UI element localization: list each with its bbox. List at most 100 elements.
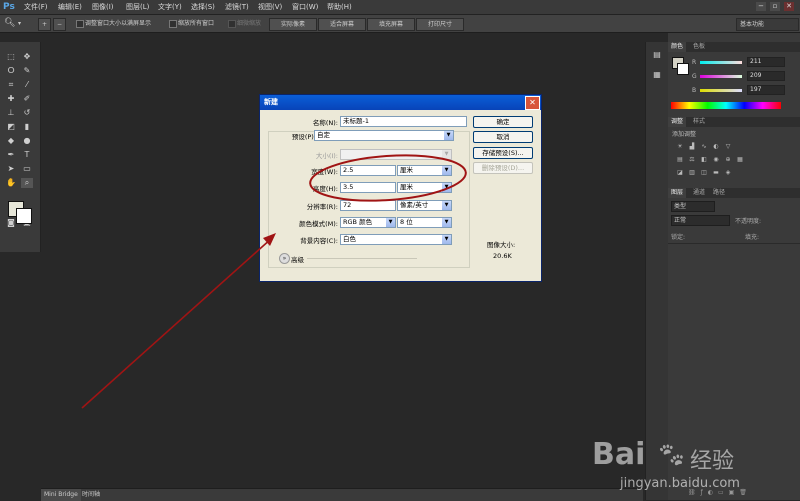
scrubby-zoom-checkbox[interactable] — [228, 20, 236, 28]
dialog-close-icon[interactable]: ✕ — [525, 96, 540, 110]
zoom-tool-panel-icon[interactable]: ⌕ — [21, 178, 33, 188]
resolution-unit-select[interactable]: 像素/英寸 ▼ — [397, 200, 452, 211]
actual-pixels-button[interactable]: 实际像素 — [269, 18, 317, 31]
gradient-map-icon[interactable]: ▬ — [712, 169, 720, 176]
posterize-icon[interactable]: ▥ — [688, 169, 696, 176]
zoom-tool-icon[interactable]: 🔍︎ — [4, 18, 15, 29]
eraser-tool-icon[interactable]: ◩ — [5, 122, 17, 132]
minimize-button[interactable]: − — [756, 2, 766, 11]
channel-mixer-icon[interactable]: ⊕ — [724, 156, 732, 163]
height-input[interactable]: 3.5 — [340, 182, 396, 193]
tab-styles[interactable]: 样式 — [690, 117, 708, 127]
advanced-label[interactable]: 高级 — [291, 254, 304, 264]
tab-swatches[interactable]: 色板 — [690, 42, 708, 52]
layer-kind-filter[interactable]: 类型 — [671, 201, 715, 212]
menu-layer[interactable]: 图层(L) — [126, 0, 149, 14]
blue-slider[interactable] — [700, 89, 742, 92]
photo-filter-icon[interactable]: ◉ — [712, 156, 720, 163]
quick-select-tool-icon[interactable]: ✎ — [21, 66, 33, 76]
red-slider[interactable] — [700, 61, 742, 64]
tab-color[interactable]: 颜色 — [668, 42, 687, 52]
cancel-button[interactable]: 取消 — [473, 131, 533, 143]
color-panel-bg-swatch[interactable] — [677, 63, 689, 75]
menu-edit[interactable]: 编辑(E) — [58, 0, 82, 14]
menu-image[interactable]: 图像(I) — [92, 0, 114, 14]
tab-timeline[interactable]: 时间轴 — [79, 489, 103, 501]
blue-value[interactable]: 197 — [747, 85, 785, 95]
lasso-tool-icon[interactable]: ⵔ — [5, 66, 17, 76]
maximize-button[interactable]: ▫ — [770, 2, 780, 11]
brightness-icon[interactable]: ☀ — [676, 143, 684, 150]
resize-windows-checkbox[interactable] — [76, 20, 84, 28]
crop-tool-icon[interactable]: ⌗ — [5, 80, 17, 90]
fit-screen-button[interactable]: 适合屏幕 — [318, 18, 366, 31]
brush-tool-icon[interactable]: ✐ — [21, 94, 33, 104]
print-size-button[interactable]: 打印尺寸 — [416, 18, 464, 31]
ok-button[interactable]: 确定 — [473, 116, 533, 128]
preset-select[interactable]: 自定 ▼ — [314, 130, 454, 141]
name-input[interactable]: 未标题-1 — [340, 116, 467, 127]
hue-sat-icon[interactable]: ▤ — [676, 156, 684, 163]
green-slider[interactable] — [700, 75, 742, 78]
black-white-icon[interactable]: ◧ — [700, 156, 708, 163]
exposure-icon[interactable]: ◐ — [712, 143, 720, 150]
eyedropper-tool-icon[interactable]: ⁄ — [21, 80, 33, 90]
menu-view[interactable]: 视图(V) — [258, 0, 282, 14]
menu-type[interactable]: 文字(Y) — [158, 0, 182, 14]
gradient-tool-icon[interactable]: ▮ — [21, 122, 33, 132]
zoom-out-icon[interactable]: − — [53, 18, 66, 31]
hand-tool-icon[interactable]: ✋ — [5, 178, 17, 188]
menu-window[interactable]: 窗口(W) — [292, 0, 318, 14]
green-value[interactable]: 209 — [747, 71, 785, 81]
tool-preset-dropdown-icon[interactable]: ▾ — [18, 18, 21, 29]
delete-preset-button[interactable]: 删除预设(D)... — [473, 162, 533, 174]
workspace-switcher[interactable]: 基本功能 — [736, 18, 799, 31]
tab-mini-bridge[interactable]: Mini Bridge — [41, 489, 81, 501]
color-mode-select[interactable]: RGB 颜色 ▼ — [340, 217, 396, 228]
zoom-all-checkbox[interactable] — [169, 20, 177, 28]
tab-channels[interactable]: 通道 — [690, 188, 708, 198]
healing-tool-icon[interactable]: ✚ — [5, 94, 17, 104]
levels-icon[interactable]: ▟ — [688, 143, 696, 150]
save-preset-button[interactable]: 存储预设(S)... — [473, 147, 533, 159]
width-unit-select[interactable]: 厘米 ▼ — [397, 165, 452, 176]
type-tool-icon[interactable]: T — [21, 150, 33, 160]
vibrance-icon[interactable]: ▽ — [724, 143, 732, 150]
resolution-input[interactable]: 72 — [340, 200, 396, 211]
invert-icon[interactable]: ◪ — [676, 169, 684, 176]
history-panel-icon[interactable]: ▤ — [651, 50, 663, 60]
shape-tool-icon[interactable]: ▭ — [21, 164, 33, 174]
properties-panel-icon[interactable]: ▦ — [651, 70, 663, 80]
background-color-swatch[interactable] — [16, 208, 32, 224]
tab-adjustments[interactable]: 调整 — [668, 117, 687, 127]
tab-paths[interactable]: 路径 — [710, 188, 728, 198]
marquee-tool-icon[interactable]: ⬚ — [5, 52, 17, 62]
background-select[interactable]: 白色 ▼ — [340, 234, 452, 245]
tab-layers[interactable]: 图层 — [668, 188, 687, 198]
blend-mode-select[interactable]: 正常 — [671, 215, 730, 226]
fill-screen-button[interactable]: 填充屏幕 — [367, 18, 415, 31]
color-spectrum-bar[interactable] — [671, 102, 781, 109]
menu-file[interactable]: 文件(F) — [24, 0, 48, 14]
menu-select[interactable]: 选择(S) — [191, 0, 215, 14]
close-window-button[interactable]: ✕ — [784, 2, 794, 11]
menu-help[interactable]: 帮助(H) — [327, 0, 352, 14]
height-unit-select[interactable]: 厘米 ▼ — [397, 182, 452, 193]
dodge-tool-icon[interactable]: ● — [21, 136, 33, 146]
selective-color-icon[interactable]: ◈ — [724, 169, 732, 176]
width-input[interactable]: 2.5 — [340, 165, 396, 176]
pen-tool-icon[interactable]: ✒ — [5, 150, 17, 160]
threshold-icon[interactable]: ◫ — [700, 169, 708, 176]
curves-icon[interactable]: ∿ — [700, 143, 708, 150]
color-lookup-icon[interactable]: ▦ — [736, 156, 744, 163]
advanced-toggle-icon[interactable]: » — [279, 253, 290, 264]
move-tool-icon[interactable]: ✥ — [21, 52, 33, 62]
history-brush-tool-icon[interactable]: ↺ — [21, 108, 33, 118]
red-value[interactable]: 211 — [747, 57, 785, 67]
color-balance-icon[interactable]: ⚖ — [688, 156, 696, 163]
path-select-tool-icon[interactable]: ➤ — [5, 164, 17, 174]
menu-filter[interactable]: 滤镜(T) — [225, 0, 249, 14]
blur-tool-icon[interactable]: ◆ — [5, 136, 17, 146]
bit-depth-select[interactable]: 8 位 ▼ — [397, 217, 452, 228]
zoom-in-icon[interactable]: + — [38, 18, 51, 31]
